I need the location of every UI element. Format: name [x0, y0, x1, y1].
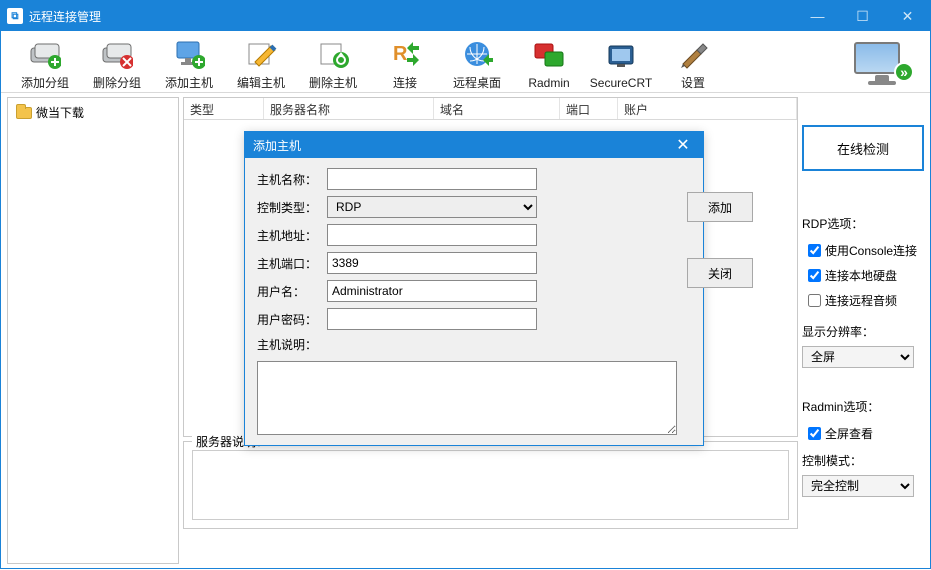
toolbar-add-group[interactable]: 添加分组	[9, 36, 81, 91]
label-control-type: 控制类型：	[257, 199, 321, 216]
toolbar-label: SecureCRT	[590, 76, 652, 90]
delete-host-icon	[317, 38, 349, 70]
toolbar-monitor-icon: »	[842, 37, 922, 91]
chk-rdp-disk-input[interactable]	[808, 269, 821, 282]
window-title: 远程连接管理	[29, 8, 795, 25]
chk-rdp-console[interactable]: 使用Console连接	[808, 242, 924, 259]
toolbar-label: Radmin	[528, 76, 569, 90]
server-desc-box[interactable]	[192, 450, 789, 520]
toolbar-label: 添加分组	[21, 74, 69, 91]
toolbar-label: 设置	[681, 74, 705, 91]
input-host-addr[interactable]	[327, 224, 537, 246]
toolbar-edit-host[interactable]: 编辑主机	[225, 36, 297, 91]
chk-rdp-audio[interactable]: 连接远程音频	[808, 292, 924, 309]
select-control-type[interactable]: RDP	[327, 196, 537, 218]
settings-icon	[677, 38, 709, 70]
remote-desktop-icon	[461, 38, 493, 70]
col-type[interactable]: 类型	[184, 98, 264, 119]
label-host-desc: 主机说明：	[257, 336, 321, 353]
dialog-titlebar[interactable]: 添加主机 ✕	[245, 132, 703, 158]
label-host-name: 主机名称：	[257, 171, 321, 188]
input-host-name[interactable]	[327, 168, 537, 190]
input-host-desc[interactable]	[257, 361, 677, 435]
toolbar-label: 远程桌面	[453, 74, 501, 91]
chk-rdp-audio-label: 连接远程音频	[825, 292, 897, 309]
dialog-add-button[interactable]: 添加	[687, 192, 753, 222]
add-group-icon	[29, 38, 61, 70]
maximize-button[interactable]: ☐	[840, 1, 885, 31]
titlebar: ⧉ 远程连接管理 — ☐ ✕	[1, 1, 930, 31]
list-header: 类型 服务器名称 域名 端口 账户	[184, 98, 797, 120]
toolbar: 添加分组 删除分组 添加主机 编辑主机 删除主机 R 连接 远程桌面	[1, 31, 930, 93]
dialog-close-icon[interactable]: ✕	[671, 135, 695, 155]
group-tree[interactable]: 微当下载	[7, 97, 179, 564]
chk-radmin-fullscreen[interactable]: 全屏查看	[808, 425, 924, 442]
toolbar-label: 连接	[393, 74, 417, 91]
chk-rdp-disk-label: 连接本地硬盘	[825, 267, 897, 284]
folder-icon	[16, 107, 32, 119]
resolution-select[interactable]: 全屏	[802, 346, 914, 368]
connect-icon: R	[389, 38, 421, 70]
toolbar-add-host[interactable]: 添加主机	[153, 36, 225, 91]
chk-rdp-console-input[interactable]	[808, 244, 821, 257]
input-host-port[interactable]	[327, 252, 537, 274]
dialog-title: 添加主机	[253, 137, 671, 154]
chk-rdp-audio-input[interactable]	[808, 294, 821, 307]
host-list[interactable]: 类型 服务器名称 域名 端口 账户 添加主机 ✕ 主机名称：	[183, 97, 798, 437]
chk-radmin-fullscreen-label: 全屏查看	[825, 425, 873, 442]
control-mode-select[interactable]: 完全控制	[802, 475, 914, 497]
server-desc-group: 服务器说明：	[183, 441, 798, 529]
resolution-title: 显示分辨率：	[802, 323, 924, 340]
label-host-addr: 主机地址：	[257, 227, 321, 244]
securecrt-icon	[605, 40, 637, 72]
minimize-button[interactable]: —	[795, 1, 840, 31]
dialog-close-button[interactable]: 关闭	[687, 258, 753, 288]
toolbar-settings[interactable]: 设置	[657, 36, 729, 91]
toolbar-remote-desktop[interactable]: 远程桌面	[441, 36, 513, 91]
monitor-icon: »	[854, 42, 910, 86]
toolbar-delete-group[interactable]: 删除分组	[81, 36, 153, 91]
tree-root-label: 微当下载	[36, 104, 84, 121]
toolbar-delete-host[interactable]: 删除主机	[297, 36, 369, 91]
col-port[interactable]: 端口	[560, 98, 618, 119]
toolbar-radmin[interactable]: Radmin	[513, 38, 585, 90]
delete-group-icon	[101, 38, 133, 70]
input-username[interactable]	[327, 280, 537, 302]
toolbar-label: 删除分组	[93, 74, 141, 91]
toolbar-securecrt[interactable]: SecureCRT	[585, 38, 657, 90]
add-host-dialog: 添加主机 ✕ 主机名称： 控制类型： RDP	[244, 131, 704, 446]
right-panel: 在线检测 RDP选项： 使用Console连接 连接本地硬盘 连接远程音频 显示…	[802, 97, 924, 564]
label-username: 用户名：	[257, 283, 321, 300]
input-password[interactable]	[327, 308, 537, 330]
label-password: 用户密码：	[257, 311, 321, 328]
chk-rdp-console-label: 使用Console连接	[825, 242, 917, 259]
toolbar-label: 删除主机	[309, 74, 357, 91]
toolbar-label: 添加主机	[165, 74, 213, 91]
chk-radmin-fullscreen-input[interactable]	[808, 427, 821, 440]
chk-rdp-disk[interactable]: 连接本地硬盘	[808, 267, 924, 284]
toolbar-connect[interactable]: R 连接	[369, 36, 441, 91]
col-server-name[interactable]: 服务器名称	[264, 98, 434, 119]
toolbar-label: 编辑主机	[237, 74, 285, 91]
label-host-port: 主机端口：	[257, 255, 321, 272]
close-button[interactable]: ✕	[885, 1, 930, 31]
rdp-options-title: RDP选项：	[802, 215, 924, 232]
radmin-options-title: Radmin选项：	[802, 398, 924, 415]
add-host-icon	[173, 38, 205, 70]
control-mode-title: 控制模式：	[802, 452, 924, 469]
radmin-icon	[533, 40, 565, 72]
app-icon: ⧉	[7, 8, 23, 24]
col-account[interactable]: 账户	[618, 98, 797, 119]
online-detect-button[interactable]: 在线检测	[802, 125, 924, 171]
edit-host-icon	[245, 38, 277, 70]
tree-root-item[interactable]: 微当下载	[12, 102, 174, 123]
col-domain[interactable]: 域名	[434, 98, 560, 119]
svg-text:R: R	[393, 43, 408, 65]
